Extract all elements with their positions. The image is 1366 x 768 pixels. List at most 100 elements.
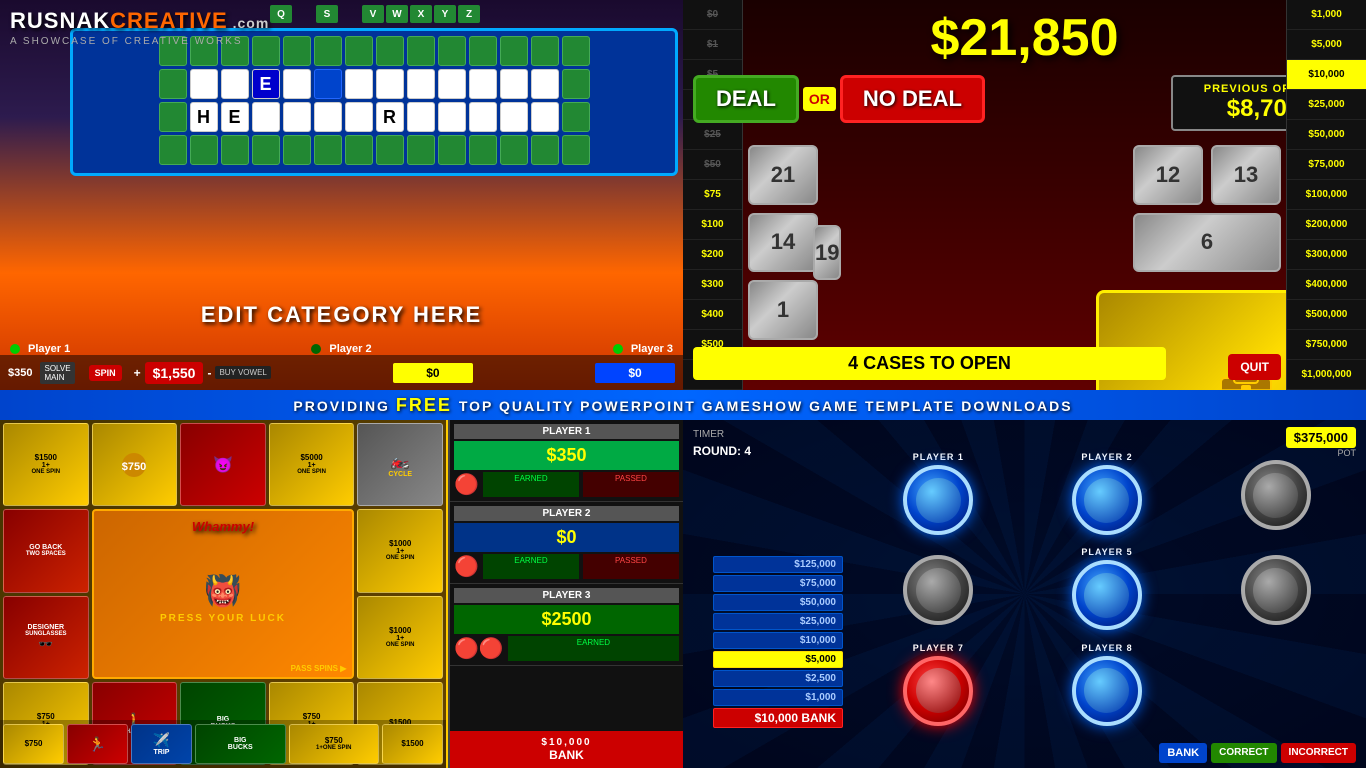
pc <box>531 102 559 132</box>
pyl-cell-1500: $1500 1+ ONE SPIN <box>3 423 89 506</box>
money-r-50000: $50,000 <box>1287 120 1366 150</box>
pot-amount: $375,000 <box>1286 427 1356 448</box>
buzzer-p7-inner <box>916 668 961 713</box>
player1-dot <box>10 344 20 354</box>
pc <box>345 135 373 165</box>
banner-providing: PROVIDING <box>293 398 395 414</box>
buzzer-p2-inner <box>1084 478 1129 523</box>
pc <box>469 135 497 165</box>
money-r-25000: $25,000 <box>1287 90 1366 120</box>
pc <box>345 36 373 66</box>
buzzer-p3[interactable] <box>1195 450 1356 537</box>
money-200: $200 <box>683 240 742 270</box>
pyl-cell-designer: DESIGNER SUNGLASSES 🕶️ <box>3 596 89 679</box>
solve-btn[interactable]: SOLVEMAIN <box>40 362 74 384</box>
case-14[interactable]: 14 <box>748 213 818 273</box>
case-13[interactable]: 13 <box>1211 145 1281 205</box>
pyl-cell-750: $750 <box>92 423 178 506</box>
money-r-400000: $400,000 <box>1287 270 1366 300</box>
puzzle-row-4 <box>78 135 670 165</box>
money-r-200000: $200,000 <box>1287 210 1366 240</box>
buzzer-p5-ring[interactable] <box>1072 560 1142 630</box>
buzzer-empty <box>1195 641 1356 728</box>
buzzer-p4[interactable] <box>858 545 1019 632</box>
banner-rest: TOP QUALITY POWERPOINT GAMESHOW GAME TEM… <box>459 398 1073 414</box>
buzzer-p7[interactable]: PLAYER 7 <box>858 641 1019 728</box>
banner: PROVIDING FREE TOP QUALITY POWERPOINT GA… <box>0 390 1366 420</box>
pc <box>221 69 249 99</box>
pc <box>562 69 590 99</box>
pyl-player2-block: PLAYER 2 $0 🔴 EARNED PASSED <box>450 502 683 584</box>
buzzer-p1-label: PLAYER 1 <box>913 452 964 462</box>
pc <box>345 102 373 132</box>
pyl-player3-whammy: 🔴🔴 <box>454 636 504 661</box>
buzzer-p2[interactable]: PLAYER 2 <box>1027 450 1188 537</box>
buzzer-p8-ring[interactable] <box>1072 656 1142 726</box>
buzzer-p3-inner <box>1253 473 1298 518</box>
pc <box>531 135 559 165</box>
pc <box>376 36 404 66</box>
press-your-luck-label: PRESS YOUR LUCK <box>160 613 286 624</box>
pyl-bank-label: $10,000 <box>456 737 677 748</box>
case-1[interactable]: 1 <box>748 280 818 340</box>
pyl-bottom-row: $750 🏃 ✈️ TRIP BIG BUCKS $750 1+ONE SPIN… <box>0 720 446 768</box>
pyl-cell-1000-right1: $1000 1+ ONE SPIN <box>357 509 443 592</box>
pyl-player1-name: PLAYER 1 <box>454 424 679 439</box>
buzzer-p5[interactable]: PLAYER 5 <box>1027 545 1188 632</box>
pyl-bottom-750onespin: $750 1+ONE SPIN <box>289 724 380 764</box>
buzzer-p1[interactable]: PLAYER 1 <box>858 450 1019 537</box>
pyl-player3-block: PLAYER 3 $2500 🔴🔴 EARNED <box>450 584 683 666</box>
money-100: $100 <box>683 210 742 240</box>
alpha-w: W <box>386 5 408 23</box>
pc <box>252 102 280 132</box>
pyl-bottom-750: $750 <box>3 724 64 764</box>
case-12[interactable]: 12 <box>1133 145 1203 205</box>
nodeal-btn[interactable]: NO DEAL <box>840 75 985 123</box>
buzzer-p3-ring[interactable] <box>1241 460 1311 530</box>
pyl-player3-name: PLAYER 3 <box>454 588 679 603</box>
briefcase-area: 21 14 12 13 6 1 19 <box>748 145 1281 340</box>
score-350: $350 <box>8 367 32 379</box>
prize-5000: $5,000 <box>713 651 843 668</box>
pyl-player3-status: 🔴🔴 EARNED <box>454 636 679 661</box>
buzzer-p2-ring[interactable] <box>1072 465 1142 535</box>
buzzer-p4-ring[interactable] <box>903 555 973 625</box>
case-19[interactable]: 19 <box>813 225 841 280</box>
buzzer-p6[interactable] <box>1195 545 1356 632</box>
money-r-300000: $300,000 <box>1287 240 1366 270</box>
pc <box>438 135 466 165</box>
pyl-bottom-trip: ✈️ TRIP <box>131 724 192 764</box>
buzzer-p7-ring[interactable] <box>903 656 973 726</box>
bank-btn[interactable]: BANK <box>1159 743 1207 763</box>
quit-btn[interactable]: QUIT <box>1228 354 1281 380</box>
money-r-10000: $10,000 <box>1287 60 1366 90</box>
pass-spins[interactable]: PASS SPINS ▶ <box>291 664 347 673</box>
money-r-750000: $750,000 <box>1287 330 1366 360</box>
player2-score-box: $0 <box>393 363 473 383</box>
score-minus[interactable]: - <box>207 366 211 380</box>
buzzer-p8[interactable]: PLAYER 8 <box>1027 641 1188 728</box>
deal-amount: $21,850 <box>683 8 1366 68</box>
buzzer-p6-ring[interactable] <box>1241 555 1311 625</box>
deal-buttons: DEAL OR NO DEAL <box>693 75 1166 123</box>
buy-vowel-btn[interactable]: BUY VOWEL <box>215 366 270 379</box>
buzzer-p8-inner <box>1084 668 1129 713</box>
incorrect-btn[interactable]: INCORRECT <box>1281 743 1356 763</box>
buzzer-p4-inner <box>916 568 961 613</box>
correct-btn[interactable]: CORRECT <box>1211 743 1276 763</box>
pyl-scoreboard: PLAYER 1 $350 🔴 EARNED PASSED PLAYER 2 $… <box>448 420 683 768</box>
score-plus[interactable]: + <box>134 366 141 380</box>
case-6[interactable]: 6 <box>1133 213 1281 273</box>
case-21[interactable]: 21 <box>748 145 818 205</box>
pc <box>500 36 528 66</box>
buzzer-p2-label: PLAYER 2 <box>1081 452 1132 462</box>
pc <box>469 36 497 66</box>
pyl-player2-whammy: 🔴 <box>454 554 479 579</box>
prize-50000: $50,000 <box>713 594 843 611</box>
buzzer-p1-ring[interactable] <box>903 465 973 535</box>
pc <box>562 36 590 66</box>
pc <box>314 135 342 165</box>
svg-text:$750: $750 <box>122 461 146 473</box>
money-r-1000: $1,000 <box>1287 0 1366 30</box>
deal-btn[interactable]: DEAL <box>693 75 799 123</box>
